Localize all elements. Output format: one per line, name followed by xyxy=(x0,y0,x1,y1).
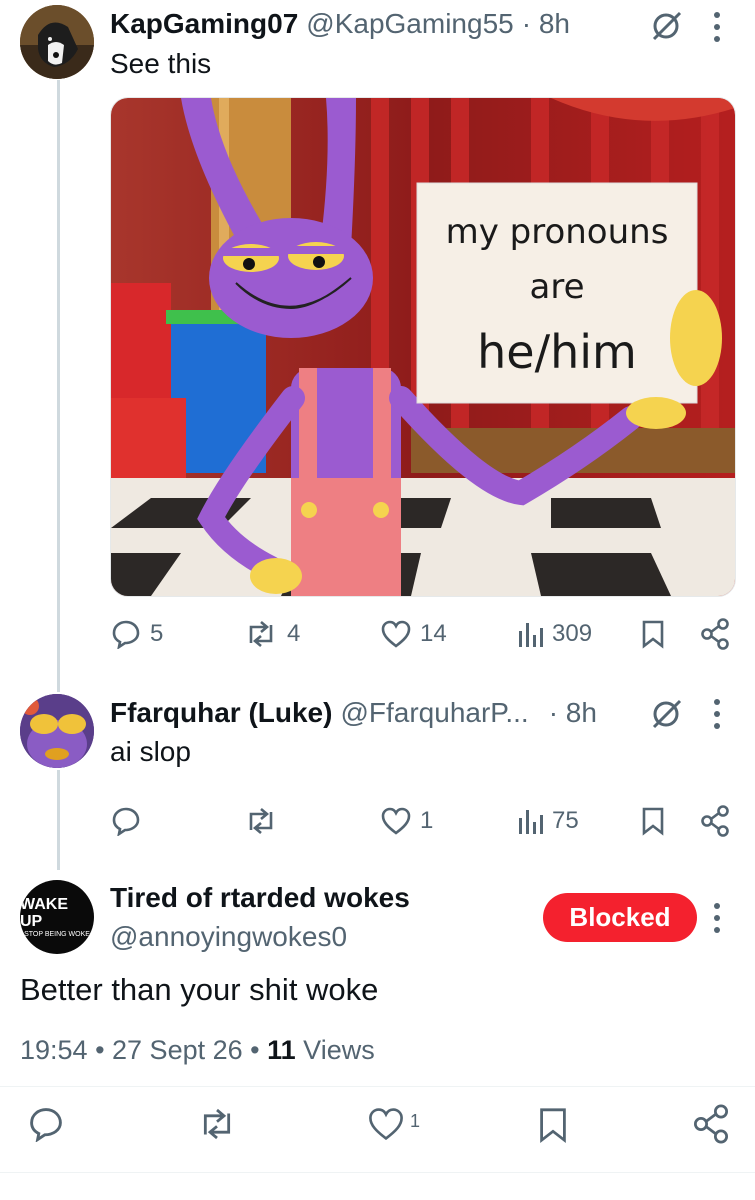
more-options-icon[interactable] xyxy=(711,10,723,44)
reply-button[interactable]: 5 xyxy=(110,619,163,649)
analytics-icon xyxy=(516,619,544,649)
avatar[interactable] xyxy=(20,5,94,79)
share-icon[interactable] xyxy=(692,1104,730,1149)
bookmark-icon[interactable] xyxy=(640,806,666,841)
share-icon[interactable] xyxy=(700,805,730,842)
reply-icon[interactable] xyxy=(26,1106,66,1147)
sign-line-2: are xyxy=(530,267,585,307)
views-count: 75 xyxy=(552,807,579,834)
views-button[interactable]: 309 xyxy=(516,619,592,649)
more-options-icon[interactable] xyxy=(711,697,723,736)
blocked-button[interactable]: Blocked xyxy=(543,893,697,942)
cartoon-avatar-image xyxy=(20,694,94,768)
heart-icon xyxy=(380,619,412,649)
divider xyxy=(0,1086,755,1087)
tweet-time[interactable]: · 8h xyxy=(549,697,597,729)
thread-line xyxy=(57,80,60,692)
bookmark-icon[interactable] xyxy=(536,1106,570,1149)
avatar-text-line2: STOP BEING WOKE xyxy=(24,930,90,938)
like-count: 14 xyxy=(420,620,447,647)
tweet-timestamp[interactable]: 19:54 • 27 Sept 26 • xyxy=(20,1035,260,1065)
like-button[interactable]: 1 xyxy=(380,806,433,836)
tweet-media-image[interactable]: my pronouns are he/him xyxy=(110,97,736,597)
repost-button[interactable] xyxy=(243,806,287,836)
repost-button[interactable]: 4 xyxy=(243,619,300,649)
jax-sign-illustration: my pronouns are he/him xyxy=(111,98,735,596)
thread-line xyxy=(57,770,60,870)
views-count: 309 xyxy=(552,620,593,647)
like-count: 1 xyxy=(410,1110,421,1131)
like-button[interactable]: 14 xyxy=(380,619,447,649)
repost-icon xyxy=(243,619,279,649)
more-options-icon[interactable] xyxy=(711,901,723,940)
avatar-text-line1: WAKE UP xyxy=(20,895,68,930)
repost-count: 4 xyxy=(287,620,301,647)
repost-icon xyxy=(243,806,279,836)
avatar[interactable] xyxy=(20,694,94,768)
analytics-icon xyxy=(516,806,544,836)
tweet-text: See this xyxy=(110,48,212,79)
grok-icon[interactable] xyxy=(650,697,684,736)
tweet-text: Better than your shit woke xyxy=(20,972,379,1007)
reply-button[interactable] xyxy=(110,806,150,836)
display-name[interactable]: Tired of rtarded wokes xyxy=(110,882,410,914)
user-handle[interactable]: @KapGaming55 xyxy=(306,8,513,40)
tweet-text: ai slop xyxy=(110,736,191,767)
views-label[interactable]: Views xyxy=(303,1035,375,1065)
dog-avatar-image xyxy=(20,5,94,79)
heart-icon xyxy=(366,1106,406,1142)
display-name[interactable]: KapGaming07 xyxy=(110,8,298,40)
like-button[interactable]: 1 xyxy=(366,1106,420,1142)
user-handle[interactable]: @annoyingwokes0 xyxy=(110,921,347,953)
reply-count: 5 xyxy=(150,620,164,647)
views-count: 11 xyxy=(267,1035,296,1065)
reply-icon xyxy=(110,619,142,649)
divider xyxy=(0,1172,755,1173)
reply-icon xyxy=(110,806,142,836)
user-handle[interactable]: @FfarquharP... xyxy=(340,697,528,729)
display-name[interactable]: Ffarquhar (Luke) xyxy=(110,697,332,729)
share-icon[interactable] xyxy=(700,618,730,655)
repost-icon[interactable] xyxy=(196,1106,238,1147)
bookmark-icon[interactable] xyxy=(640,619,666,654)
heart-icon xyxy=(380,806,412,836)
avatar[interactable]: WAKE UP STOP BEING WOKE xyxy=(20,880,94,954)
grok-icon[interactable] xyxy=(650,9,684,43)
tweet-time[interactable]: · 8h xyxy=(522,8,570,40)
views-button[interactable]: 75 xyxy=(516,806,579,836)
sign-line-3: he/him xyxy=(477,325,637,379)
like-count: 1 xyxy=(420,807,434,834)
sign-line-1: my pronouns xyxy=(446,212,669,252)
